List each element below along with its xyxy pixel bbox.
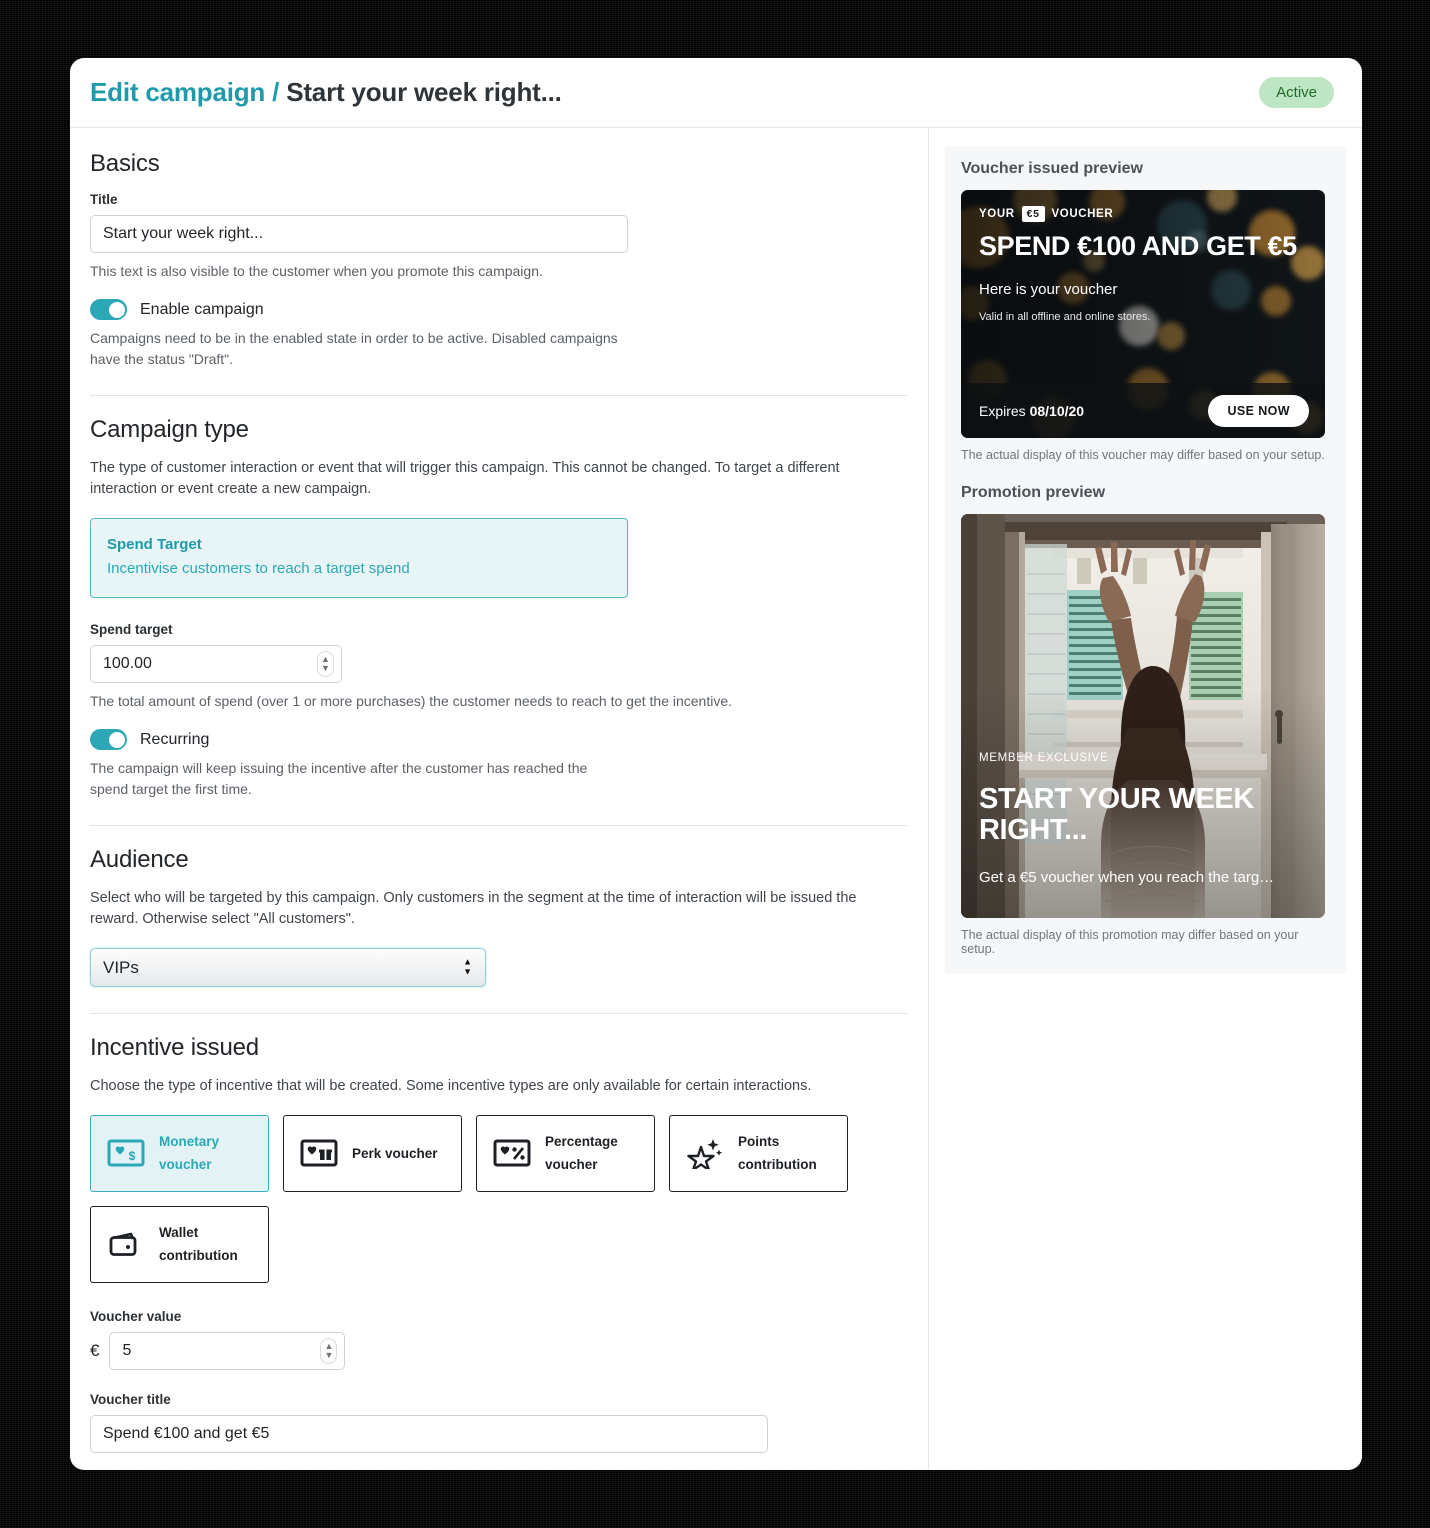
main-form-column: Basics Title This text is also visible t… bbox=[70, 128, 928, 1470]
spend-target-input[interactable] bbox=[90, 644, 342, 683]
voucher-title-label: Voucher title bbox=[90, 1391, 171, 1407]
campaign-type-description: The type of customer interaction or even… bbox=[90, 459, 840, 497]
promotion-subtitle: Get a €5 voucher when you reach the targ… bbox=[979, 869, 1275, 886]
incentive-card-monetary-voucher[interactable]: $ Monetary voucher bbox=[90, 1114, 269, 1192]
voucher-fine-print: Valid in all offline and online stores. bbox=[979, 311, 1151, 324]
audience-select[interactable]: VIPs bbox=[90, 947, 486, 987]
voucher-value-input[interactable] bbox=[109, 1331, 346, 1370]
campaign-type-card-spend-target: Spend Target Incentivise customers to re… bbox=[90, 517, 628, 598]
voucher-kicker-before: YOUR bbox=[979, 208, 1015, 220]
voucher-expiry: Expires 08/10/20 bbox=[979, 403, 1084, 419]
recurring-toggle[interactable] bbox=[90, 729, 127, 751]
recurring-toggle-row[interactable]: Recurring bbox=[90, 729, 908, 751]
use-now-button[interactable]: USE NOW bbox=[1208, 394, 1309, 427]
incentive-card-wallet-contribution[interactable]: Wallet contribution bbox=[90, 1205, 269, 1283]
spend-target-field[interactable]: ▲▼ bbox=[90, 644, 342, 683]
enable-campaign-label: Enable campaign bbox=[140, 300, 264, 318]
divider-audience bbox=[90, 1012, 908, 1014]
incentive-description: Choose the type of incentive that will b… bbox=[90, 1077, 812, 1094]
voucher-value-stepper[interactable]: ▲ ▼ bbox=[320, 1337, 338, 1364]
voucher-title-input[interactable] bbox=[90, 1414, 768, 1453]
recurring-help: The campaign will keep issuing the incen… bbox=[90, 760, 588, 797]
voucher-headline: SPEND €100 AND GET €5 bbox=[979, 231, 1297, 261]
promotion-preview-card: MEMBER EXCLUSIVE START YOUR WEEK RIGHT..… bbox=[961, 514, 1325, 918]
voucher-value-label: Voucher value bbox=[90, 1308, 182, 1324]
wallet-contribution-icon bbox=[105, 1227, 147, 1261]
chevron-down-icon[interactable]: ▼ bbox=[321, 664, 330, 673]
campaign-editor-page: Edit campaign / Start your week right...… bbox=[70, 58, 1362, 1470]
title-input[interactable] bbox=[90, 215, 628, 253]
divider-basics bbox=[90, 394, 908, 396]
chevron-down-icon[interactable]: ▼ bbox=[325, 1351, 334, 1360]
enable-campaign-help: Campaigns need to be in the enabled stat… bbox=[90, 330, 618, 367]
spend-target-help: The total amount of spend (over 1 or mor… bbox=[90, 692, 733, 709]
voucher-footer: Expires 08/10/20 USE NOW bbox=[961, 383, 1325, 438]
promotion-kicker: MEMBER EXCLUSIVE bbox=[979, 752, 1109, 764]
percentage-voucher-icon bbox=[491, 1136, 533, 1170]
section-heading-campaign-type: Campaign type bbox=[90, 415, 249, 443]
perk-voucher-icon bbox=[298, 1136, 340, 1170]
promotion-headline: START YOUR WEEK RIGHT... bbox=[979, 782, 1254, 846]
page-header: Edit campaign / Start your week right...… bbox=[70, 58, 1362, 128]
voucher-value-row: € ▲▼ bbox=[90, 1331, 908, 1370]
section-heading-audience: Audience bbox=[90, 845, 189, 873]
chevron-up-icon[interactable]: ▲ bbox=[321, 655, 330, 664]
incentive-card-points-contribution[interactable]: Points contribution bbox=[669, 1114, 848, 1192]
voucher-kicker: YOUR €5 VOUCHER bbox=[979, 206, 1307, 222]
page-body: Basics Title This text is also visible t… bbox=[70, 128, 1362, 1470]
incentive-card-perk-voucher[interactable]: Perk voucher bbox=[283, 1114, 462, 1192]
section-heading-incentive: Incentive issued bbox=[90, 1033, 259, 1061]
voucher-expiry-label: Expires bbox=[979, 402, 1026, 419]
preview-sidebar: Voucher issued preview YOUR €5 VOUCHER S… bbox=[928, 128, 1362, 1470]
voucher-value-chip: €5 bbox=[1021, 206, 1045, 222]
enable-campaign-toggle-row[interactable]: Enable campaign bbox=[90, 299, 908, 321]
incentive-card-label: Percentage voucher bbox=[545, 1133, 618, 1173]
voucher-expiry-date: 08/10/20 bbox=[1029, 402, 1085, 419]
chevron-up-icon[interactable]: ▲ bbox=[325, 1342, 334, 1351]
divider-campaign-type bbox=[90, 824, 908, 826]
campaign-type-card-subtitle: Incentivise customers to reach a target … bbox=[107, 559, 410, 577]
incentive-card-label: Points contribution bbox=[738, 1133, 817, 1173]
spend-target-stepper[interactable]: ▲ ▼ bbox=[317, 650, 334, 677]
currency-symbol: € bbox=[90, 1340, 100, 1360]
voucher-content: YOUR €5 VOUCHER SPEND €100 AND GET €5 He… bbox=[961, 190, 1325, 323]
campaign-type-card-title: Spend Target bbox=[107, 535, 202, 553]
title-field-label: Title bbox=[90, 192, 118, 207]
voucher-value-field[interactable]: ▲▼ bbox=[109, 1331, 346, 1370]
promotion-preview-heading: Promotion preview bbox=[961, 484, 1106, 501]
breadcrumb-link-edit-campaign[interactable]: Edit campaign bbox=[90, 77, 265, 107]
monetary-voucher-icon: $ bbox=[105, 1136, 147, 1170]
audience-select-wrap[interactable]: VIPs ▲ ▼ bbox=[90, 947, 486, 987]
preview-panel: Voucher issued preview YOUR €5 VOUCHER S… bbox=[945, 146, 1346, 974]
voucher-preview-card: YOUR €5 VOUCHER SPEND €100 AND GET €5 He… bbox=[961, 190, 1325, 438]
points-contribution-icon bbox=[684, 1136, 726, 1170]
incentive-card-label: Perk voucher bbox=[352, 1145, 438, 1161]
voucher-preview-heading: Voucher issued preview bbox=[961, 160, 1143, 177]
page-title: Start your week right... bbox=[286, 77, 562, 107]
incentive-card-label: Wallet contribution bbox=[159, 1224, 238, 1264]
promotion-preview-note: The actual display of this promotion may… bbox=[961, 928, 1299, 956]
status-badge: Active bbox=[1259, 77, 1334, 108]
audience-description: Select who will be targeted by this camp… bbox=[90, 889, 857, 927]
section-heading-basics: Basics bbox=[90, 150, 160, 177]
recurring-label: Recurring bbox=[140, 730, 210, 748]
voucher-description-text: Here is your voucher bbox=[979, 281, 1118, 299]
incentive-type-cards: $ Monetary voucher Perk voucher Percenta… bbox=[90, 1114, 880, 1283]
breadcrumb-separator: / bbox=[272, 77, 280, 107]
voucher-preview-note: The actual display of this voucher may d… bbox=[961, 448, 1325, 462]
incentive-card-percentage-voucher[interactable]: Percentage voucher bbox=[476, 1114, 655, 1192]
spend-target-label: Spend target bbox=[90, 621, 173, 637]
breadcrumb: Edit campaign / Start your week right... bbox=[90, 77, 562, 108]
incentive-card-label: Monetary voucher bbox=[159, 1133, 220, 1173]
enable-campaign-toggle[interactable] bbox=[90, 299, 127, 321]
svg-text:$: $ bbox=[129, 1149, 136, 1163]
title-help-text: This text is also visible to the custome… bbox=[90, 263, 543, 279]
voucher-kicker-after: VOUCHER bbox=[1051, 208, 1114, 220]
